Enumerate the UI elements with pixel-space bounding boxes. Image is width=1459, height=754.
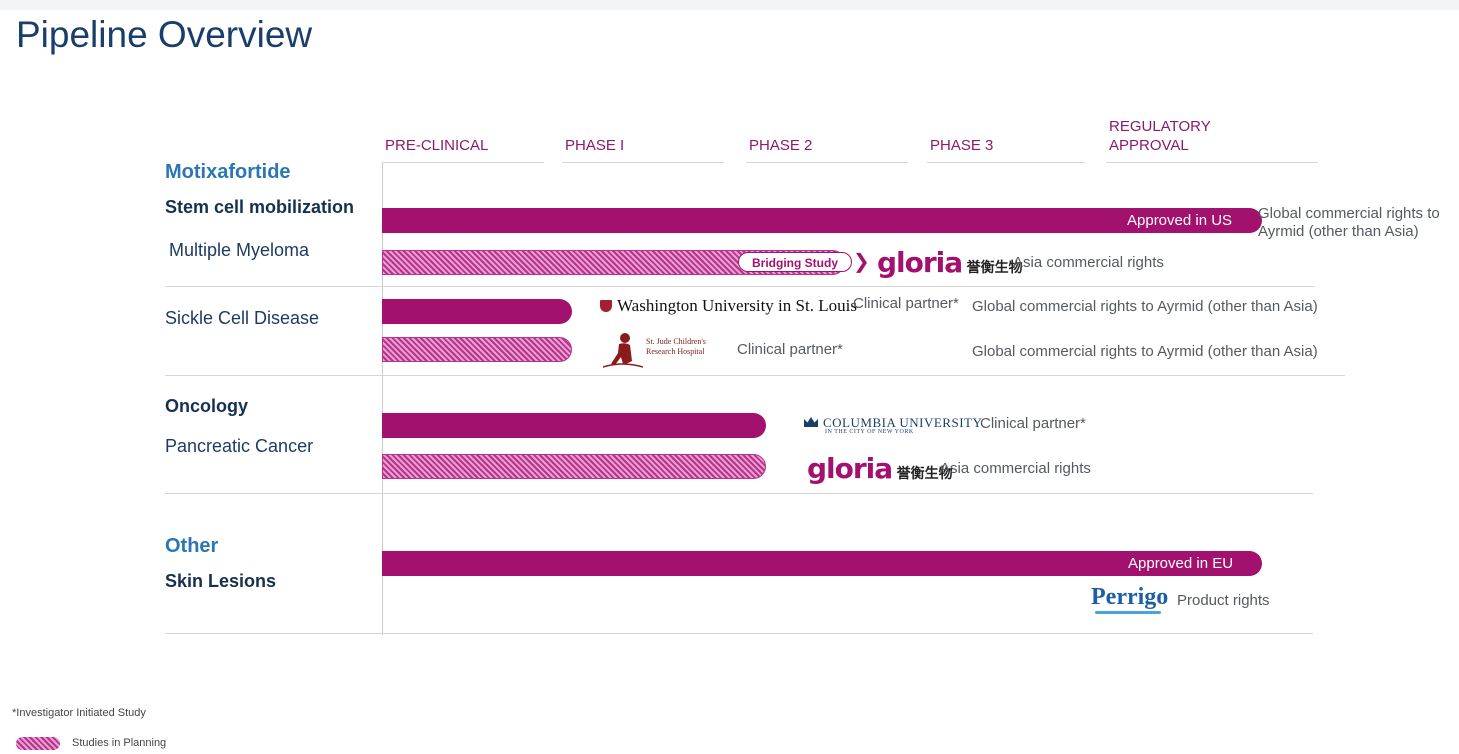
rights-note: Global commercial rights to Ayrmid (othe…: [1258, 205, 1440, 240]
st-jude-logo: St. Jude Children's Research Hospital: [602, 331, 723, 369]
pipeline-bar-planning: [382, 337, 572, 362]
footnote: *Investigator Initiated Study: [12, 707, 146, 719]
legend-label: Studies in Planning: [72, 737, 167, 749]
rights-note: Global commercial rights to Ayrmid (othe…: [972, 298, 1318, 315]
partner-note: Clinical partner*: [853, 295, 959, 312]
category-label: Other: [165, 535, 219, 557]
bar-label: Approved in US: [1127, 212, 1233, 229]
shield-icon: [600, 300, 612, 312]
st-jude-child-icon: [602, 333, 644, 368]
rights-note: Asia commercial rights: [940, 460, 1091, 477]
chevron-right-icon: ❯: [853, 251, 870, 273]
indication-label: Skin Lesions: [165, 571, 277, 591]
phase-underline: [1106, 162, 1318, 163]
phase-label: PRE-CLINICAL: [385, 137, 489, 154]
rights-note: Global commercial rights to Ayrmid (othe…: [972, 343, 1318, 360]
perrigo-wordmark: Perrigo: [1091, 584, 1169, 610]
columbia-university-logo: COLUMBIA UNIVERSITY IN THE CITY OF NEW Y…: [803, 414, 983, 435]
st-jude-name: St. Jude Children's Research Hospital: [646, 337, 706, 356]
pipeline-bar-planning: [382, 454, 766, 479]
phase-underline: [562, 162, 724, 163]
phase-label: REGULATORY APPROVAL: [1109, 118, 1211, 154]
partner-note: Clinical partner*: [737, 341, 843, 358]
columbia-name: COLUMBIA UNIVERSITY: [823, 415, 983, 430]
category-label: Oncology: [165, 396, 249, 416]
page-title: Pipeline Overview: [16, 14, 313, 55]
columbia-subtitle: IN THE CITY OF NEW YORK: [825, 429, 914, 435]
perrigo-swoosh: [1095, 611, 1161, 614]
gloria-logo: gloria 誉衡生物: [807, 452, 953, 485]
phase-label: PHASE I: [565, 137, 625, 154]
rights-note: Asia commercial rights: [1013, 254, 1164, 271]
phase-underline: [382, 162, 544, 163]
bar-label: Approved in EU: [1128, 555, 1234, 572]
sub-indication-label: Multiple Myeloma: [169, 240, 310, 260]
gloria-logo: gloria 誉衡生物: [877, 246, 1023, 279]
indication-label: Sickle Cell Disease: [165, 308, 320, 328]
pipeline-bar: [382, 413, 766, 438]
rights-note: Product rights: [1177, 592, 1270, 609]
indication-label: Stem cell mobilization: [165, 197, 355, 217]
legend-swatch-hatched: [16, 737, 60, 750]
crown-icon: [804, 417, 818, 427]
gloria-wordmark: gloria: [877, 246, 963, 279]
row-separator: [165, 633, 1313, 634]
indication-label: Pancreatic Cancer: [165, 436, 314, 456]
perrigo-logo: Perrigo: [1091, 584, 1169, 614]
bridging-study-pill: Bridging Study: [738, 252, 852, 272]
row-separator: [165, 375, 1345, 376]
phase-label: PHASE 3: [930, 137, 994, 154]
drug-name: Motixafortide: [165, 161, 291, 183]
phase-underline: [927, 162, 1085, 163]
row-separator: [165, 286, 1315, 287]
washington-university-logo: Washington University in St. Louis: [600, 296, 857, 316]
gloria-wordmark: gloria: [807, 452, 893, 485]
partner-note: Clinical partner*: [980, 415, 1086, 432]
pipeline-bar: [382, 299, 572, 324]
phase-label: PHASE 2: [749, 137, 813, 154]
top-strip: [0, 0, 1459, 10]
phase-underline: [746, 162, 908, 163]
washington-university-name: Washington University in St. Louis: [617, 296, 857, 315]
row-separator: [165, 493, 1313, 494]
